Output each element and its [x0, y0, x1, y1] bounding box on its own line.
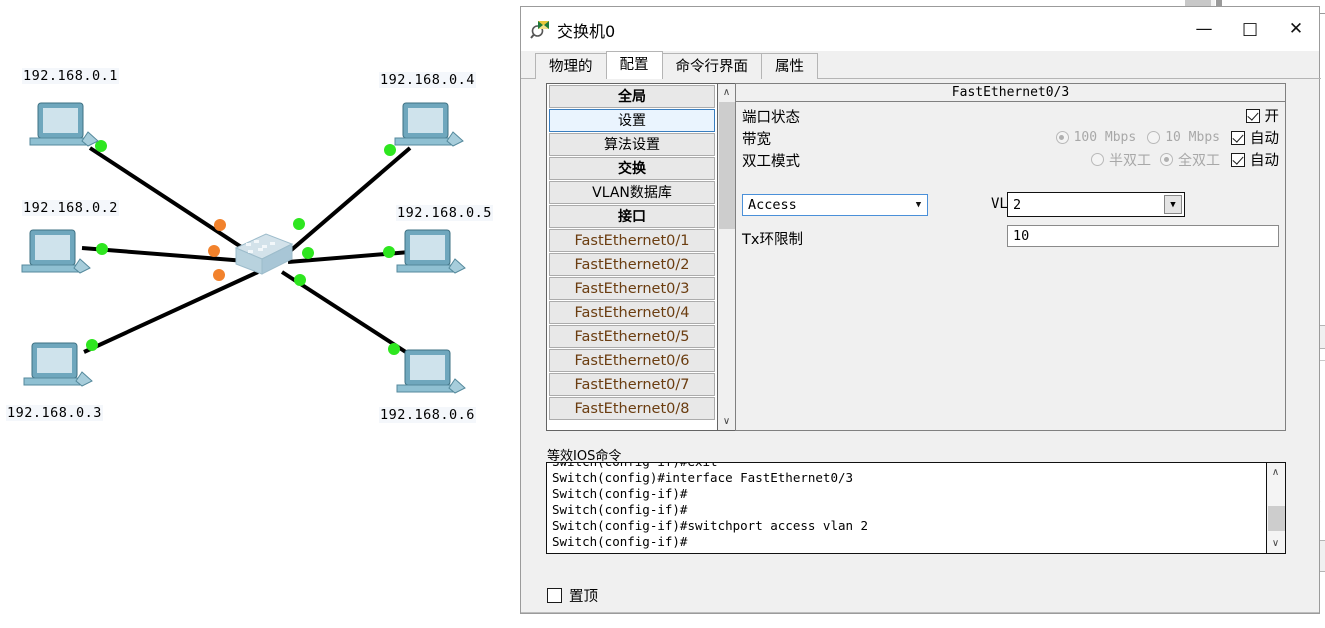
chevron-down-icon: ▼: [1164, 195, 1182, 214]
close-button[interactable]: ✕: [1273, 7, 1319, 51]
bandwidth-100mbps-radio[interactable]: [1055, 131, 1069, 144]
chevron-down-icon: ∨: [1271, 538, 1280, 549]
bandwidth-label: 带宽: [742, 132, 771, 148]
tab-bar[interactable]: 物理的 配置 命令行界面 属性: [535, 51, 818, 79]
sidebar-item-interface: 接口: [549, 205, 715, 228]
window-title: 交换机0: [557, 22, 616, 41]
minimize-button[interactable]: —: [1181, 7, 1227, 51]
always-on-top-checkbox[interactable]: [547, 588, 562, 603]
sidebar-item-settings[interactable]: 设置: [549, 109, 715, 132]
bandwidth-auto-label: 自动: [1250, 131, 1279, 147]
duplex-full-label: 全双工: [1178, 152, 1220, 169]
chevron-up-icon: ∧: [1271, 467, 1280, 478]
ios-scroll-thumb[interactable]: [1268, 506, 1285, 531]
close-icon: ✕: [1288, 18, 1304, 39]
ios-scroll-down-button[interactable]: ∨: [1267, 535, 1284, 552]
always-on-top-label: 置顶: [569, 589, 598, 605]
window-bottom-divider: [521, 612, 1319, 613]
bandwidth-control-group[interactable]: 100 Mbps 10 Mbps 自动: [1055, 127, 1279, 148]
ios-console-scrollbar[interactable]: ∧ ∨: [1266, 463, 1285, 553]
vlan-dropdown[interactable]: 2 ▼: [1007, 192, 1185, 217]
sidebar-item-vlan-database[interactable]: VLAN数据库: [549, 181, 715, 204]
duplex-half-radio[interactable]: [1091, 153, 1104, 166]
port-status-on-control[interactable]: 开: [1245, 105, 1280, 126]
sidebar-scroll-thumb[interactable]: [719, 102, 735, 229]
pc-icon: [29, 102, 99, 147]
duplex-auto-label: 自动: [1250, 153, 1279, 169]
switchport-mode-value: Access: [748, 197, 797, 213]
switchport-mode-dropdown[interactable]: Access ▼: [742, 194, 928, 216]
port-status-on-label: 开: [1264, 109, 1280, 125]
sidebar-item-algorithm[interactable]: 算法设置: [549, 133, 715, 156]
chevron-down-icon: ▼: [915, 200, 922, 210]
duplex-half-label: 半双工: [1109, 152, 1151, 169]
sidebar-item-fa0-3[interactable]: FastEthernet0/3: [549, 277, 715, 300]
interface-name-header: FastEthernet0/3: [736, 84, 1285, 102]
port-status-checkbox[interactable]: [1245, 108, 1260, 123]
device-label-pc2: 192.168.0.2: [22, 200, 119, 216]
sidebar-scroll-up-button[interactable]: ∧: [718, 84, 735, 101]
sidebar-scroll-down-button[interactable]: ∨: [718, 413, 735, 430]
always-on-top-control[interactable]: 置顶: [547, 585, 598, 606]
pc-icon: [394, 102, 464, 147]
device-label-pc5: 192.168.0.5: [396, 205, 493, 221]
sidebar-item-global: 全局: [549, 85, 715, 108]
sidebar-item-switching: 交换: [549, 157, 715, 180]
config-category-list[interactable]: 全局 设置 算法设置 交换 VLAN数据库 接口 FastEthernet0/1…: [546, 83, 718, 431]
tab-attributes[interactable]: 属性: [761, 53, 818, 79]
sidebar-item-fa0-7[interactable]: FastEthernet0/7: [549, 373, 715, 396]
inspect-magnifier-icon: [530, 21, 549, 39]
duplex-label: 双工模式: [742, 154, 800, 170]
sidebar-item-fa0-6[interactable]: FastEthernet0/6: [549, 349, 715, 372]
bandwidth-10mbps-radio[interactable]: [1147, 131, 1161, 144]
tx-ring-limit-input[interactable]: 10: [1007, 225, 1279, 247]
sidebar-item-fa0-5[interactable]: FastEthernet0/5: [549, 325, 715, 348]
tab-cli[interactable]: 命令行界面: [661, 53, 762, 79]
duplex-full-radio[interactable]: [1160, 153, 1173, 166]
topology-links-svg: [21, 102, 466, 394]
sidebar-item-fa0-1[interactable]: FastEthernet0/1: [549, 229, 715, 252]
sidebar-item-fa0-8[interactable]: FastEthernet0/8: [549, 397, 715, 420]
pc-icon: [23, 342, 93, 387]
pc-icon: [396, 229, 466, 274]
chevron-up-icon: ∧: [722, 87, 731, 98]
bandwidth-100mbps-label: 100 Mbps: [1073, 130, 1137, 145]
switch-device-icon: [234, 233, 294, 275]
ios-commands-console[interactable]: Switch(config-if)#exit Switch(config)#in…: [546, 462, 1286, 554]
bandwidth-10mbps-label: 10 Mbps: [1165, 130, 1220, 145]
tab-physical[interactable]: 物理的: [535, 53, 607, 79]
tab-config[interactable]: 配置: [605, 51, 663, 79]
device-label-pc1: 192.168.0.1: [22, 68, 119, 84]
bandwidth-auto-checkbox[interactable]: [1231, 130, 1245, 145]
duplex-control-group[interactable]: 半双工 全双工 自动: [1091, 149, 1279, 170]
sidebar-item-fa0-4[interactable]: FastEthernet0/4: [549, 301, 715, 324]
port-status-label: 端口状态: [742, 110, 800, 126]
minimize-icon: —: [1195, 18, 1213, 39]
duplex-auto-checkbox[interactable]: [1231, 152, 1245, 167]
ios-commands-text: Switch(config-if)#exit Switch(config)#in…: [552, 463, 869, 549]
chevron-down-icon: ∨: [722, 416, 731, 427]
window-titlebar[interactable]: 交换机0 — □ ✕: [521, 7, 1319, 51]
sidebar-item-fa0-2[interactable]: FastEthernet0/2: [549, 253, 715, 276]
device-label-pc4: 192.168.0.4: [379, 72, 476, 88]
device-label-pc3: 192.168.0.3: [6, 405, 103, 421]
maximize-button[interactable]: □: [1227, 7, 1273, 51]
tx-ring-limit-value: 10: [1013, 228, 1030, 244]
network-topology-canvas[interactable]: 192.168.0.1 192.168.0.2 192.168.0.3 192.…: [0, 0, 500, 628]
maximize-icon: □: [1241, 18, 1259, 39]
switch-config-window[interactable]: 交换机0 — □ ✕ 物理的 配置 命令行界面 属性 全局 设置 算法设置 交换…: [520, 6, 1321, 614]
ios-scroll-up-button[interactable]: ∧: [1267, 464, 1284, 481]
tx-ring-limit-label: Tx环限制: [742, 232, 803, 248]
device-label-pc6: 192.168.0.6: [379, 407, 476, 423]
interface-config-panel: FastEthernet0/3 端口状态 带宽 双工模式 开 100 Mbps …: [735, 83, 1286, 431]
pc-icon: [396, 349, 466, 394]
vlan-value: 2: [1013, 196, 1022, 213]
pc-icon: [21, 229, 91, 274]
